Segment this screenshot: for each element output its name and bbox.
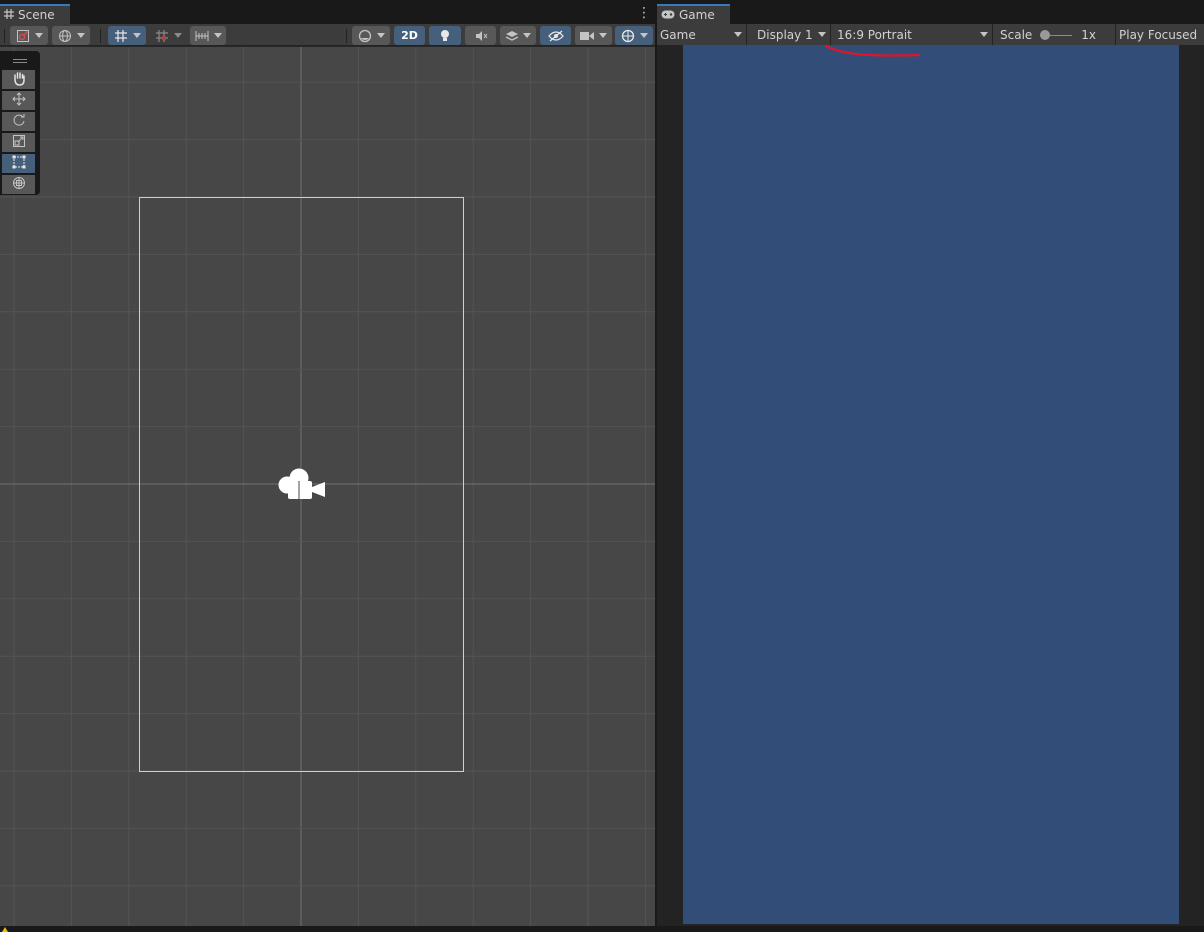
hand-tool-button[interactable]: [2, 70, 35, 89]
shading-mode-dropdown[interactable]: [352, 26, 390, 45]
game-tabstrip: Game: [657, 0, 1204, 24]
scene-camera-dropdown[interactable]: [575, 26, 612, 45]
tab-scene[interactable]: Scene: [0, 4, 70, 24]
game-viewport[interactable]: [657, 45, 1204, 926]
grid-hash-icon: [4, 8, 14, 22]
scale-slider-thumb[interactable]: [1040, 29, 1051, 40]
scale-slider[interactable]: [1040, 29, 1073, 41]
draw-mode-dropdown[interactable]: [10, 26, 48, 45]
move-tool-button[interactable]: [2, 91, 35, 110]
aspect-ratio-dropdown[interactable]: 16:9 Portrait: [833, 24, 993, 45]
display-value: Display 1: [757, 27, 813, 42]
scene-viewport[interactable]: [0, 47, 655, 926]
tab-scene-label: Scene: [18, 8, 55, 22]
camera-gizmo-icon[interactable]: [277, 467, 327, 506]
transform-tool-button[interactable]: [2, 175, 35, 194]
rect-tool-icon: [12, 155, 26, 172]
shading-sphere-icon: [358, 29, 372, 43]
gizmo-globe-icon: [621, 29, 635, 43]
display-dropdown[interactable]: Display 1: [749, 24, 831, 45]
scene-more-options-icon[interactable]: ⋮: [637, 6, 651, 20]
tool-palette: [0, 51, 40, 195]
draw-mode-icon: [16, 29, 30, 43]
rotate-tool-button[interactable]: [2, 112, 35, 131]
status-bar: [0, 926, 1204, 932]
chevron-down-icon: [818, 32, 826, 37]
game-render-area: [683, 45, 1179, 924]
audio-toggle[interactable]: [465, 26, 496, 45]
rect-tool-button[interactable]: [2, 154, 35, 173]
view-mode-dropdown[interactable]: Game: [657, 24, 747, 45]
scene-tabstrip: Scene ⋮: [0, 0, 655, 24]
increment-snap-icon: [155, 29, 169, 43]
move-tool-icon: [11, 92, 26, 109]
global-local-dropdown[interactable]: [52, 26, 90, 45]
video-camera-icon: [580, 31, 594, 41]
lighting-toggle[interactable]: [429, 26, 461, 45]
chevron-down-icon: [734, 32, 742, 37]
scene-toolbar: 2D: [0, 24, 655, 46]
tab-game-label: Game: [679, 8, 715, 22]
tool-palette-handle[interactable]: [2, 54, 38, 68]
scale-tool-button[interactable]: [2, 133, 35, 152]
gamepad-icon: [661, 8, 675, 22]
increment-snapping-toggle[interactable]: [150, 26, 186, 45]
effects-dropdown[interactable]: [500, 26, 536, 45]
scene-panel: Scene ⋮ 2D: [0, 0, 655, 926]
grid-snap-icon: [114, 29, 128, 43]
lightbulb-icon: [439, 29, 451, 43]
view-mode-value: Game: [660, 27, 696, 42]
grid-snapping-toggle[interactable]: [108, 26, 146, 45]
play-mode-dropdown[interactable]: Play Focused: [1116, 24, 1204, 45]
scale-control: Scale 1x: [995, 24, 1116, 45]
ruler-icon: [195, 30, 209, 42]
transform-tool-icon: [12, 176, 26, 193]
globe-icon: [58, 29, 72, 43]
game-panel: Game Game Display 1 16:9 Portrait Scale …: [657, 0, 1204, 926]
tab-game[interactable]: Game: [657, 4, 730, 24]
gizmos-dropdown[interactable]: [615, 26, 653, 45]
scene-visibility-toggle[interactable]: [540, 26, 571, 45]
eye-hidden-icon: [547, 30, 564, 42]
game-toolbar: Game Display 1 16:9 Portrait Scale 1x Pl…: [657, 24, 1204, 46]
audio-muted-icon: [474, 30, 488, 42]
ruler-dropdown[interactable]: [190, 26, 226, 45]
hand-tool-icon: [12, 71, 26, 89]
aspect-ratio-value: 16:9 Portrait: [837, 27, 912, 42]
rotate-tool-icon: [12, 113, 26, 130]
mode-2d-toggle[interactable]: 2D: [394, 26, 425, 45]
chevron-down-icon: [980, 32, 988, 37]
scale-value: 1x: [1081, 27, 1097, 42]
scale-tool-icon: [12, 134, 26, 151]
scale-label: Scale: [1000, 27, 1033, 42]
layers-icon: [505, 30, 519, 42]
play-mode-value: Play Focused: [1119, 27, 1198, 42]
warning-icon: [2, 927, 8, 932]
